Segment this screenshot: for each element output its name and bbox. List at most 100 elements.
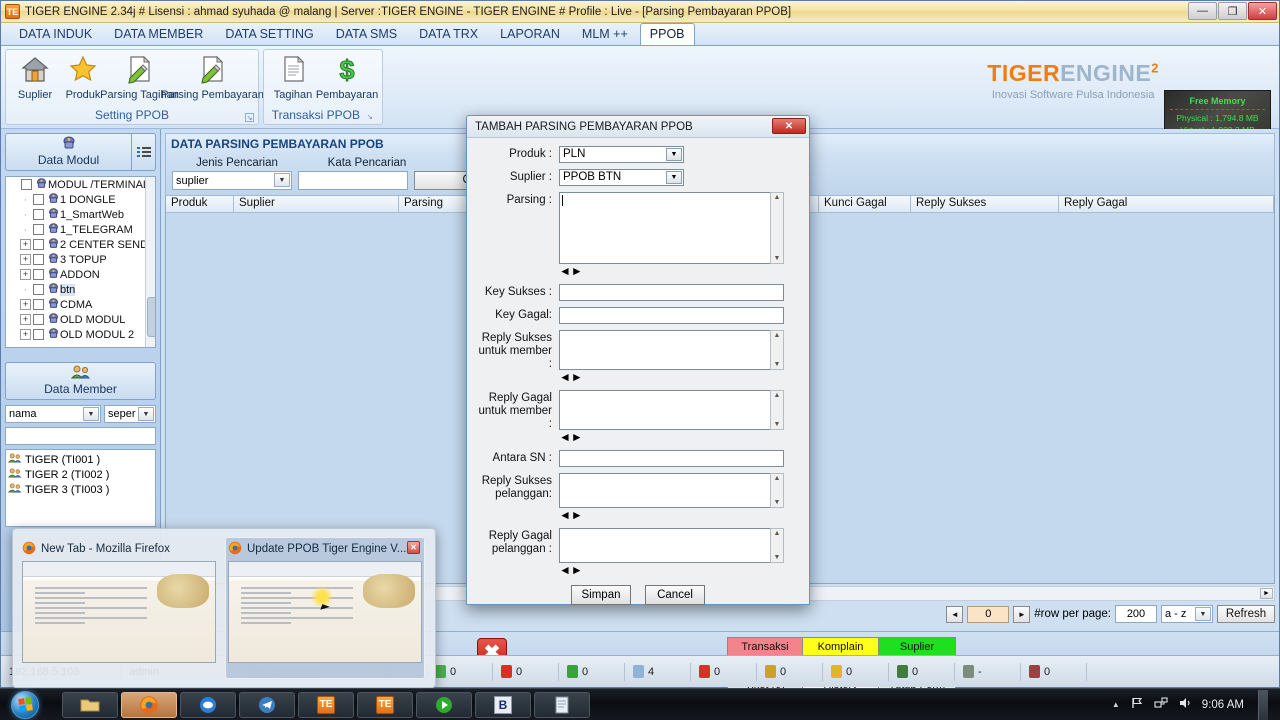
member-list-item[interactable]: TIGER 2 (TI002 ) (7, 467, 155, 482)
tree-node[interactable]: + ADDON (6, 267, 155, 282)
search-type-select[interactable]: suplier ▼ (172, 171, 292, 190)
tree-checkbox[interactable] (33, 209, 44, 220)
start-button[interactable] (2, 690, 48, 720)
grid-column-reply-sukses[interactable]: Reply Sukses (911, 196, 1059, 213)
maximize-button[interactable]: ❐ (1218, 2, 1247, 20)
reply-sukses-member-textarea[interactable] (559, 330, 770, 370)
reply-gagal-pelanggan-textarea[interactable] (559, 528, 770, 563)
taskbar-item-bold[interactable]: B (475, 691, 531, 718)
vertical-scrollbar[interactable]: ▲ ▼ (770, 330, 784, 370)
taskbar-item-messenger[interactable] (180, 691, 236, 718)
list-icon[interactable] (131, 134, 155, 170)
taskbar-item-tiger-2[interactable]: TE (357, 691, 413, 718)
tree-checkbox[interactable] (33, 254, 44, 265)
grid-column-kunci-gagal[interactable]: Kunci Gagal (819, 196, 911, 213)
preview-update-ppob[interactable]: Update PPOB Tiger Engine V... ✕ (225, 537, 425, 679)
tree-checkbox[interactable] (33, 194, 44, 205)
tray-clock[interactable]: 9:06 AM (1202, 699, 1244, 711)
ribbon-button-parsing-pembayaran[interactable]: Parsing Pembayaran (161, 54, 264, 101)
member-list[interactable]: TIGER (TI001 ) TIGER 2 (TI002 ) TIGER 3 (T… (5, 449, 156, 527)
member-filter-field-select[interactable]: nama ▼ (5, 405, 101, 423)
tree-node[interactable]: · 1 DONGLE (6, 192, 155, 207)
member-filter-mode-select[interactable]: seper ▼ (104, 405, 156, 423)
search-keyword-input[interactable] (298, 171, 408, 190)
vertical-scrollbar[interactable]: ▲ ▼ (770, 528, 784, 563)
reply-gagal-member-textarea[interactable] (559, 390, 770, 430)
member-list-item[interactable]: TIGER 3 (TI003 ) (7, 482, 155, 497)
tree-node[interactable]: · 1_TELEGRAM (6, 222, 155, 237)
menu-item-data-setting[interactable]: DATA SETTING (215, 23, 323, 45)
horizontal-scrollbar[interactable]: ◄► (559, 563, 784, 577)
tree-checkbox[interactable] (33, 239, 44, 250)
preview-new-tab[interactable]: New Tab - Mozilla Firefox (19, 537, 219, 679)
sort-order-select[interactable]: a - z ▼ (1161, 605, 1213, 623)
grid-column-suplier[interactable]: Suplier (234, 196, 399, 213)
tree-node[interactable]: · btn (6, 282, 155, 297)
menu-item-data-sms[interactable]: DATA SMS (326, 23, 407, 45)
ribbon-button-pembayaran[interactable]: $ Pembayaran (316, 54, 378, 102)
menu-item-data-induk[interactable]: DATA INDUK (9, 23, 102, 45)
close-button[interactable]: ✕ (1248, 2, 1277, 20)
member-search-input[interactable] (5, 427, 156, 445)
network-icon[interactable] (1154, 696, 1168, 713)
taskbar-item-firefox[interactable] (121, 691, 177, 718)
tree-checkbox[interactable] (33, 329, 44, 340)
tree-checkbox[interactable] (33, 299, 44, 310)
produk-select[interactable]: PLN ▼ (559, 146, 684, 163)
taskbar-item-folder[interactable] (62, 691, 118, 718)
page-next-button[interactable]: ► (1013, 605, 1031, 623)
expand-icon[interactable]: + (20, 314, 31, 325)
grid-column-reply-gagal[interactable]: Reply Gagal (1059, 196, 1274, 213)
ribbon-button-produk[interactable]: Produk (60, 54, 106, 101)
taskbar-item-notepad[interactable] (534, 691, 590, 718)
parsing-vertical-scrollbar[interactable]: ▲ ▼ (770, 192, 784, 264)
tree-checkbox[interactable] (33, 224, 44, 235)
horizontal-scrollbar[interactable]: ◄► (559, 370, 784, 384)
expand-icon[interactable]: + (20, 254, 31, 265)
parsing-textarea[interactable] (559, 192, 770, 264)
expand-icon[interactable]: + (20, 299, 31, 310)
tree-node[interactable]: +2 CENTER SENDER (6, 237, 155, 252)
dialog-launcher-icon[interactable]: ↘ (365, 113, 374, 122)
tree-node[interactable]: + OLD MODUL (6, 312, 155, 327)
key-sukses-input[interactable] (559, 284, 784, 301)
menu-item-laporan[interactable]: LAPORAN (490, 23, 570, 45)
minimize-button[interactable]: — (1188, 2, 1217, 20)
expand-icon[interactable]: + (20, 329, 31, 340)
tree-node[interactable]: + CDMA (6, 297, 155, 312)
suplier-select[interactable]: PPOB BTN ▼ (559, 169, 684, 186)
menu-item-mlm[interactable]: MLM ++ (572, 23, 638, 45)
show-desktop-button[interactable] (1258, 689, 1268, 720)
antara-sn-input[interactable] (559, 450, 784, 467)
tree-node[interactable]: + OLD MODUL 2 (6, 327, 155, 342)
preview-close-button[interactable]: ✕ (407, 541, 420, 554)
menu-item-data-trx[interactable]: DATA TRX (409, 23, 488, 45)
expand-icon[interactable]: + (20, 239, 31, 250)
grid-column-produk[interactable]: Produk (166, 196, 234, 213)
rows-per-page-input[interactable]: 200 (1115, 605, 1157, 623)
dialog-close-button[interactable]: ✕ (772, 118, 806, 134)
tree-checkbox[interactable] (33, 284, 44, 295)
ribbon-button-suplier[interactable]: Suplier (12, 54, 58, 101)
key-gagal-input[interactable] (559, 307, 784, 324)
page-prev-button[interactable]: ◄ (946, 605, 964, 623)
taskbar-item-telegram[interactable] (239, 691, 295, 718)
action-button-komplain[interactable]: Komplain (803, 638, 878, 656)
volume-icon[interactable] (1178, 696, 1192, 713)
menu-item-data-member[interactable]: DATA MEMBER (104, 23, 213, 45)
tree-node[interactable]: +3 TOPUP (6, 252, 155, 267)
refresh-button[interactable]: Refresh (1217, 605, 1275, 623)
data-member-panel-header[interactable]: Data Member (5, 362, 156, 400)
tree-checkbox[interactable] (21, 179, 32, 190)
cancel-button[interactable]: Cancel (645, 585, 705, 605)
taskbar-item-player[interactable] (416, 691, 472, 718)
tree-node[interactable]: MODUL /TERMINAL (6, 177, 155, 192)
scroll-right-icon[interactable]: ► (1260, 588, 1273, 599)
horizontal-scrollbar[interactable]: ◄► (559, 508, 784, 522)
tree-checkbox[interactable] (33, 269, 44, 280)
tray-expand-icon[interactable]: ▲ (1112, 700, 1120, 709)
parsing-horizontal-scrollbar[interactable]: ◄► (559, 264, 784, 278)
tree-node[interactable]: · 1_SmartWeb (6, 207, 155, 222)
dialog-launcher-icon[interactable]: ↘ (245, 113, 254, 122)
page-number-input[interactable]: 0 (967, 605, 1010, 623)
